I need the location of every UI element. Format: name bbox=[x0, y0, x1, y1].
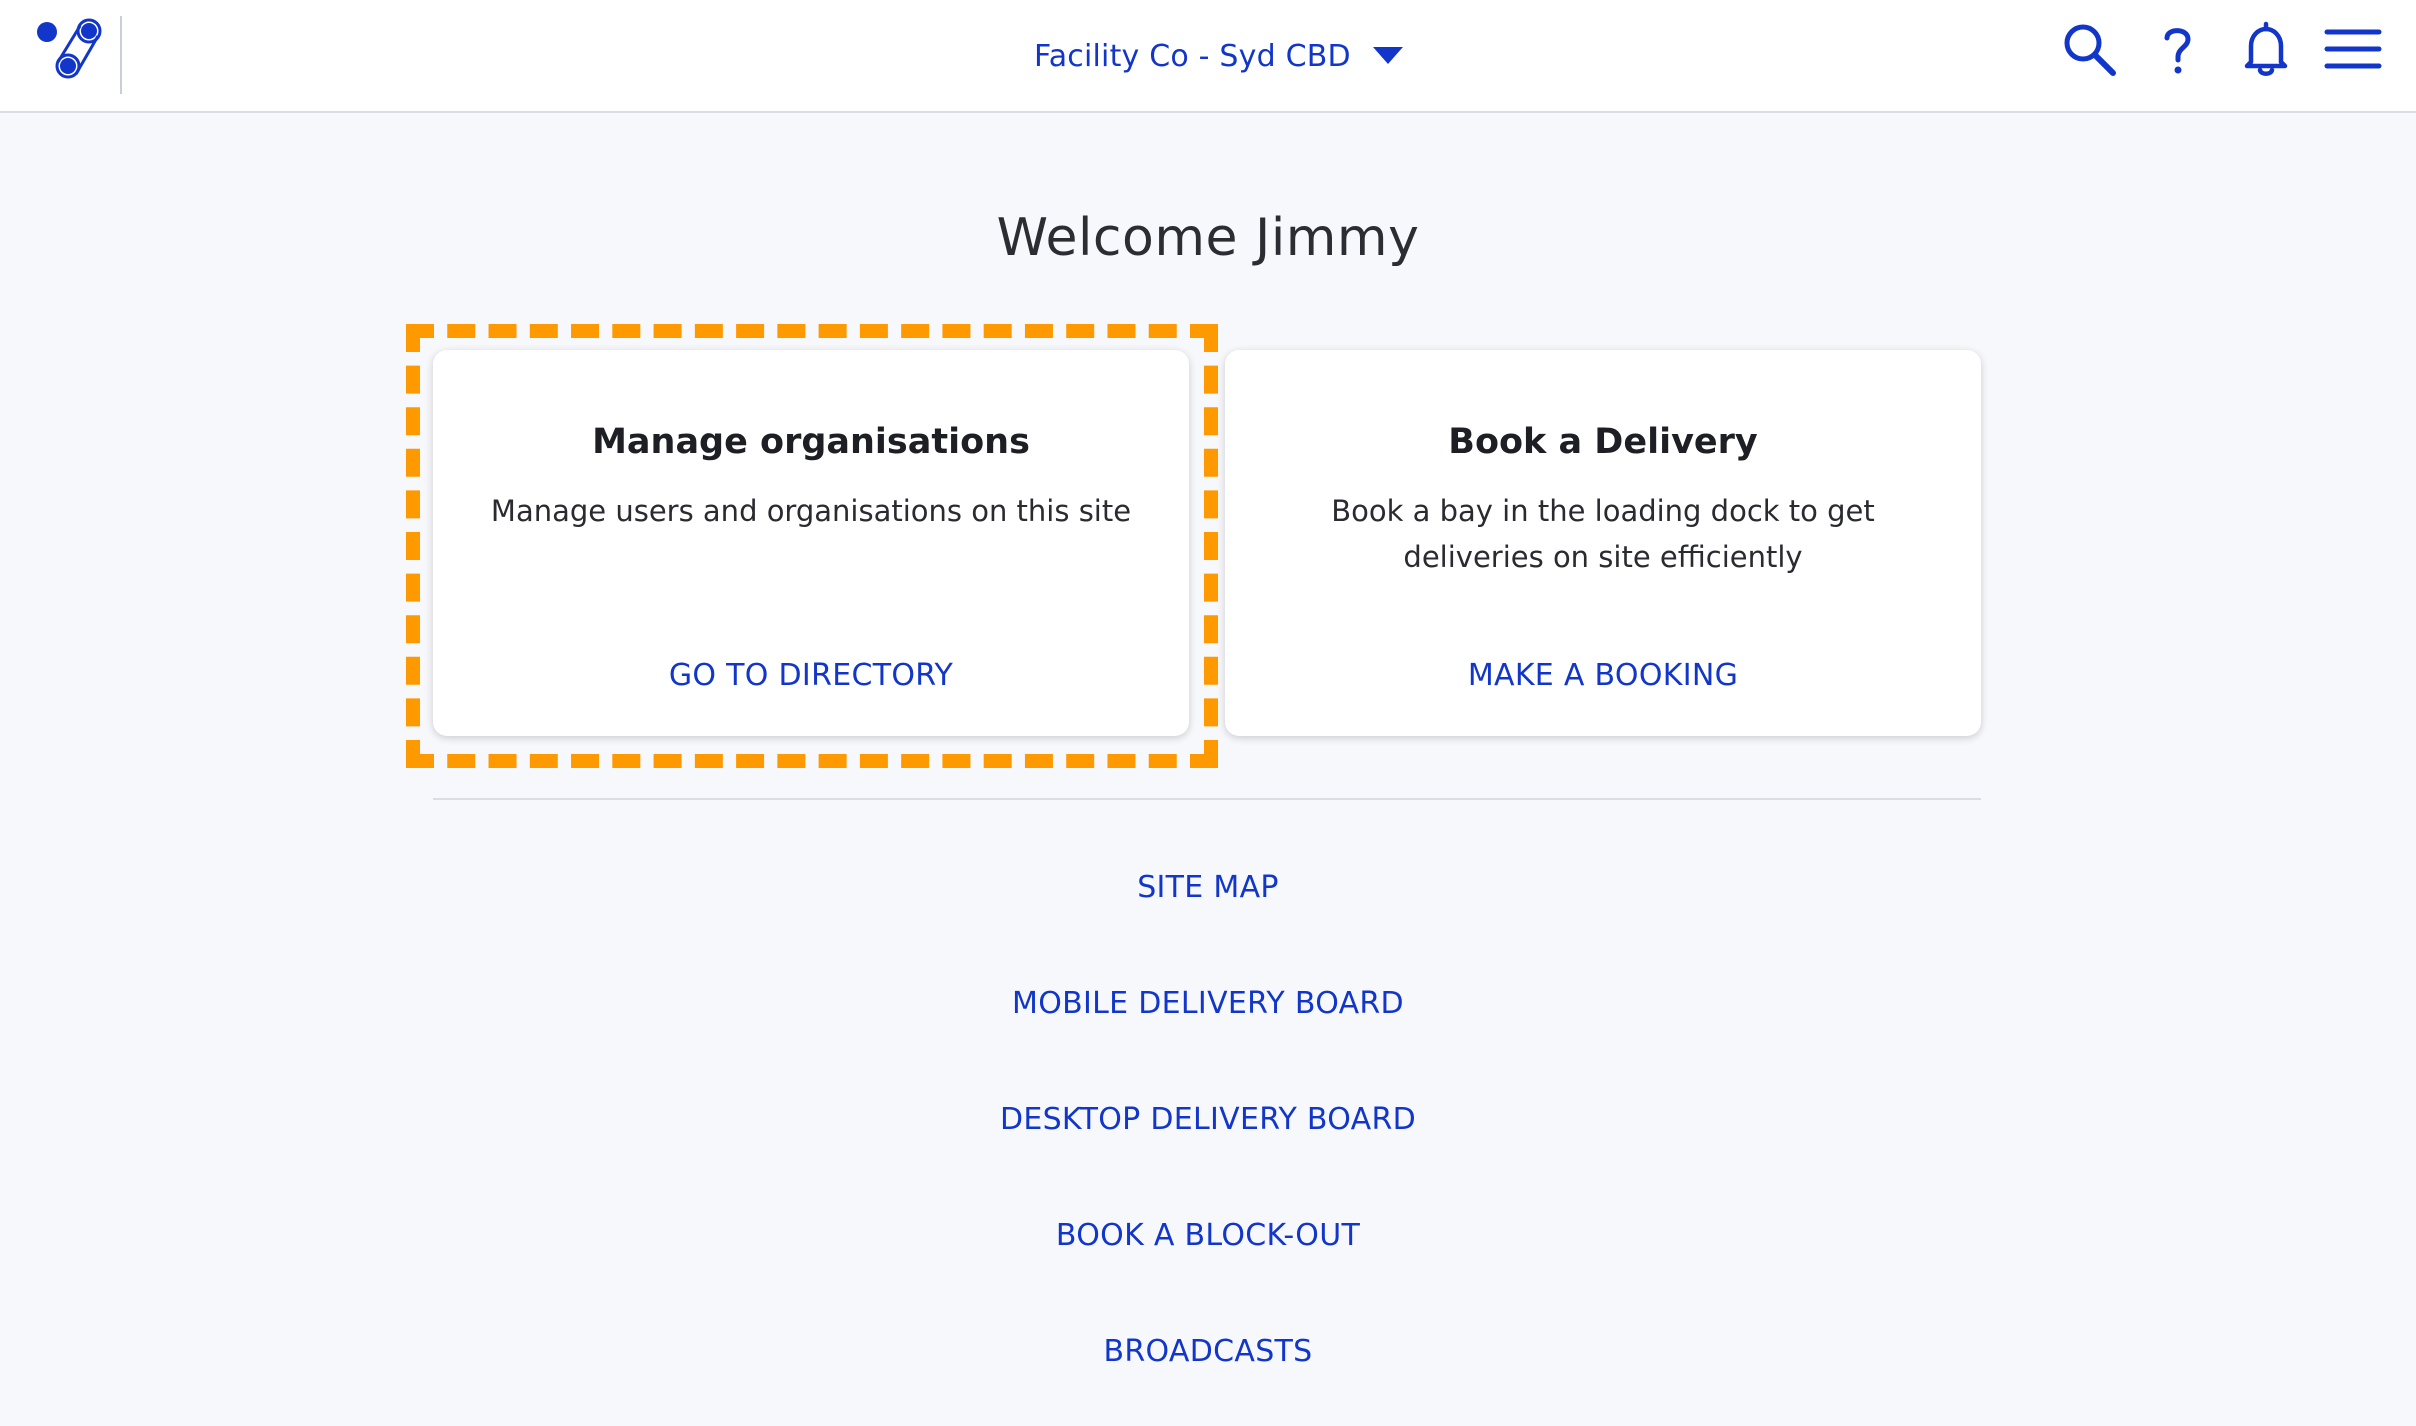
site-selector-dropdown[interactable]: Facility Co - Syd CBD bbox=[1034, 32, 1403, 80]
bell-icon[interactable] bbox=[2237, 20, 2295, 78]
top-header: Facility Co - Syd CBD bbox=[0, 0, 2416, 113]
manage-organisations-card[interactable]: Manage organisations Manage users and or… bbox=[433, 350, 1189, 736]
card-title: Manage organisations bbox=[592, 422, 1030, 462]
logo-divider bbox=[120, 16, 122, 94]
menu-icon[interactable] bbox=[2324, 20, 2382, 78]
logo-icon[interactable] bbox=[30, 14, 110, 84]
card-description: Book a bay in the loading dock to get de… bbox=[1331, 494, 1875, 574]
go-to-directory-link[interactable]: GO TO DIRECTORY bbox=[433, 658, 1189, 693]
welcome-heading: Welcome Jimmy bbox=[996, 208, 1420, 268]
section-divider bbox=[433, 798, 1981, 800]
make-booking-link[interactable]: MAKE A BOOKING bbox=[1225, 658, 1981, 693]
caret-down-icon bbox=[1372, 47, 1403, 64]
card-title: Book a Delivery bbox=[1448, 422, 1758, 462]
mobile-delivery-board-link[interactable]: MOBILE DELIVERY BOARD bbox=[0, 986, 2416, 1021]
search-icon[interactable] bbox=[2060, 20, 2118, 78]
book-block-out-link[interactable]: BOOK A BLOCK-OUT bbox=[0, 1218, 2416, 1253]
help-icon[interactable] bbox=[2148, 20, 2206, 78]
book-delivery-card[interactable]: Book a Delivery Book a bay in the loadin… bbox=[1225, 350, 1981, 736]
card-description: Manage users and organisations on this s… bbox=[490, 494, 1132, 528]
site-selector-label: Facility Co - Syd CBD bbox=[1034, 38, 1351, 74]
broadcasts-link[interactable]: BROADCASTS bbox=[0, 1334, 2416, 1369]
desktop-delivery-board-link[interactable]: DESKTOP DELIVERY BOARD bbox=[0, 1102, 2416, 1137]
site-map-link[interactable]: SITE MAP bbox=[0, 870, 2416, 905]
